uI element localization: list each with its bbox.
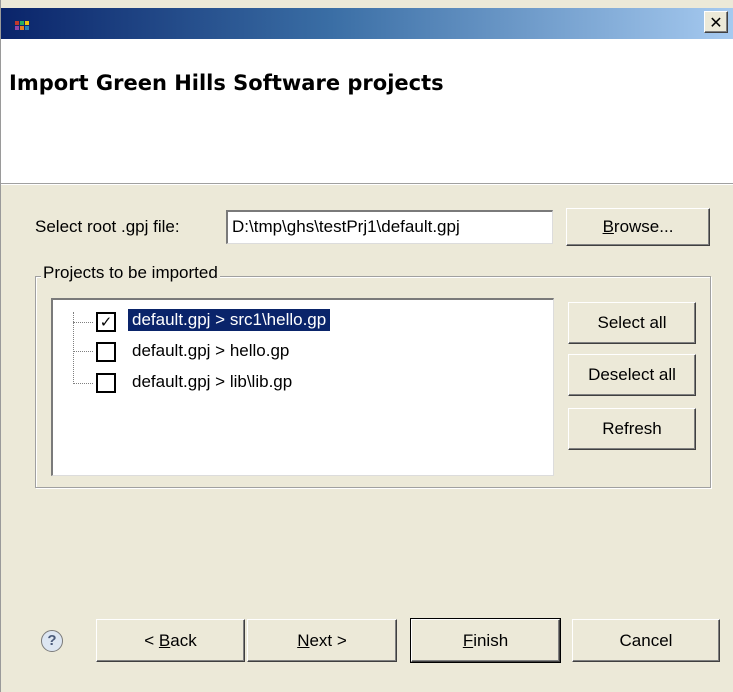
- refresh-button[interactable]: Refresh: [568, 408, 696, 450]
- title-bar[interactable]: ✕: [1, 8, 733, 39]
- project-checkbox[interactable]: [96, 342, 116, 362]
- back-button[interactable]: < Back: [96, 619, 245, 662]
- project-item[interactable]: default.gpj > lib\lib.gp: [128, 371, 296, 393]
- root-file-input[interactable]: D:\tmp\ghs\testPrj1\default.gpj: [226, 210, 553, 244]
- page-title: Import Green Hills Software projects: [9, 71, 444, 95]
- close-button[interactable]: ✕: [704, 11, 728, 33]
- deselect-all-button[interactable]: Deselect all: [568, 354, 696, 396]
- app-icon: [15, 21, 29, 30]
- divider: [1, 184, 733, 185]
- close-icon: ✕: [709, 12, 723, 32]
- import-dialog: ✕ Import Green Hills Software projects S…: [0, 0, 733, 692]
- project-checkbox[interactable]: ✓: [96, 312, 116, 332]
- checkmark-icon: ✓: [99, 313, 113, 331]
- next-button[interactable]: Next >: [247, 619, 397, 662]
- tree-branch: [73, 351, 93, 353]
- tree-branch: [73, 322, 93, 324]
- tree-branch: [73, 383, 93, 385]
- project-item[interactable]: default.gpj > src1\hello.gp: [128, 309, 331, 331]
- finish-button[interactable]: Finish: [410, 618, 561, 663]
- projects-group-label: Projects to be imported: [41, 263, 220, 283]
- project-checkbox[interactable]: [96, 373, 116, 393]
- help-icon[interactable]: ?: [41, 630, 63, 652]
- root-file-label: Select root .gpj file:: [35, 217, 180, 236]
- select-all-button[interactable]: Select all: [568, 302, 696, 344]
- browse-button[interactable]: Browse...: [566, 208, 710, 246]
- cancel-button[interactable]: Cancel: [572, 619, 720, 662]
- header-banner: Import Green Hills Software projects: [1, 39, 733, 184]
- project-item[interactable]: default.gpj > hello.gp: [128, 340, 293, 362]
